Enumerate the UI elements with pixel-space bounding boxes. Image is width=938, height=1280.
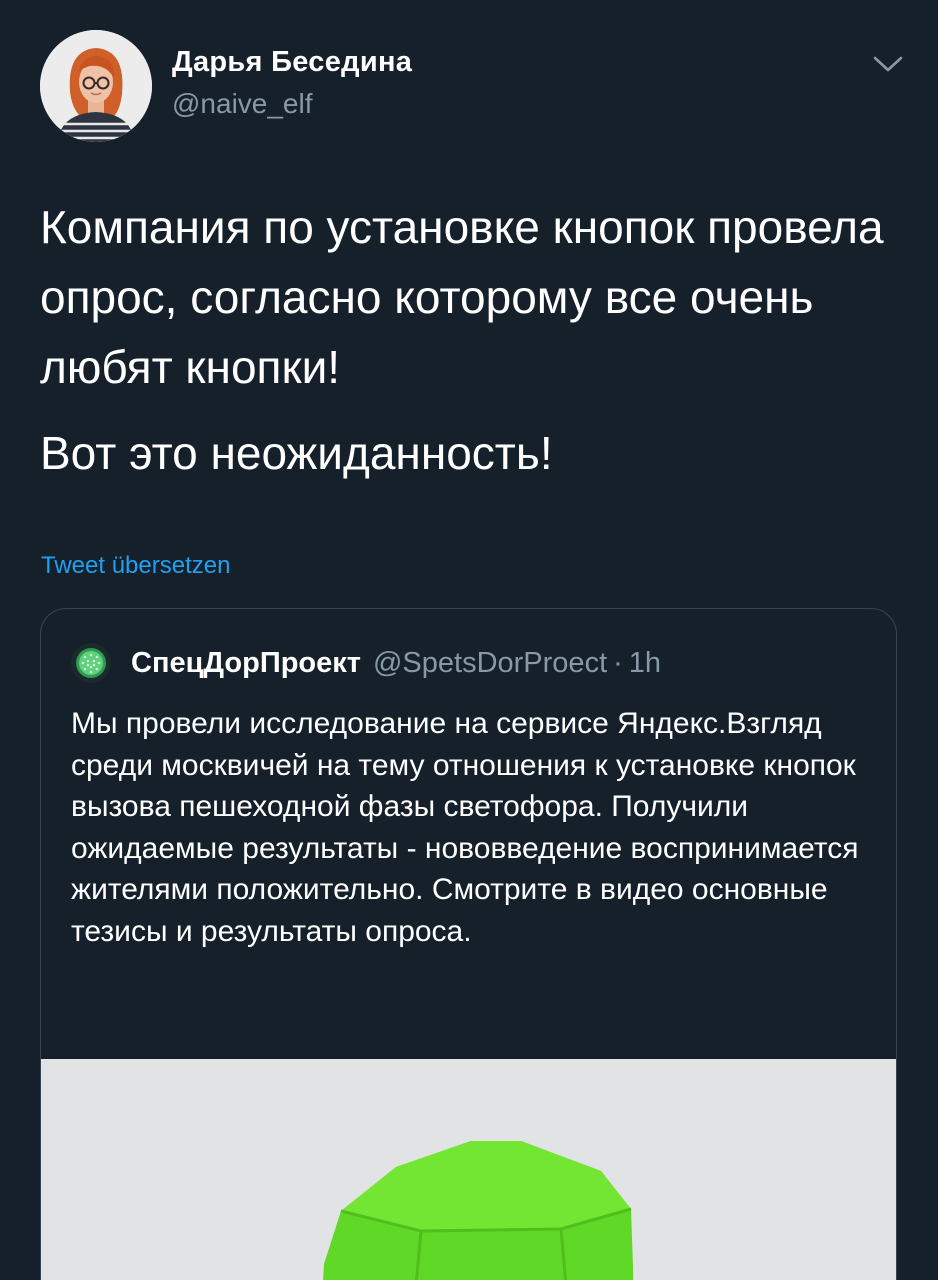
quoted-tweet-text: Мы провели исследование на сервисе Яндек…	[71, 707, 859, 948]
author-handle[interactable]: @naive_elf	[172, 88, 313, 120]
author-name[interactable]: Дарья Беседина	[172, 46, 412, 79]
quoted-tweet-header: СпецДорПроект @SpetsDorProect · 1h	[71, 643, 661, 683]
green-button-video-preview-icon	[41, 1059, 896, 1280]
author-avatar[interactable]	[40, 30, 152, 142]
quoted-tweet-time[interactable]: 1h	[629, 647, 661, 680]
quoted-author-name[interactable]: СпецДорПроект	[131, 647, 361, 680]
tweet-text: Компания по установке кнопок провела опр…	[40, 192, 900, 488]
quoted-author-handle[interactable]: @SpetsDorProect	[373, 647, 607, 680]
tweet-paragraph: Компания по установке кнопок провела опр…	[40, 201, 884, 393]
separator-dot: ·	[613, 646, 623, 679]
tweet-paragraph: Вот это неожиданность!	[40, 427, 553, 479]
translate-tweet-link[interactable]: Tweet übersetzen	[41, 552, 230, 580]
quoted-author-avatar[interactable]	[71, 643, 111, 683]
tweet-menu-button[interactable]	[870, 50, 906, 78]
profile-photo-icon	[40, 30, 152, 142]
quoted-tweet-card[interactable]: СпецДорПроект @SpetsDorProect · 1h Мы пр…	[40, 608, 897, 1280]
chevron-down-icon	[873, 56, 903, 72]
traffic-light-logo-icon	[71, 643, 111, 683]
quoted-tweet-video-preview[interactable]	[41, 1059, 896, 1280]
